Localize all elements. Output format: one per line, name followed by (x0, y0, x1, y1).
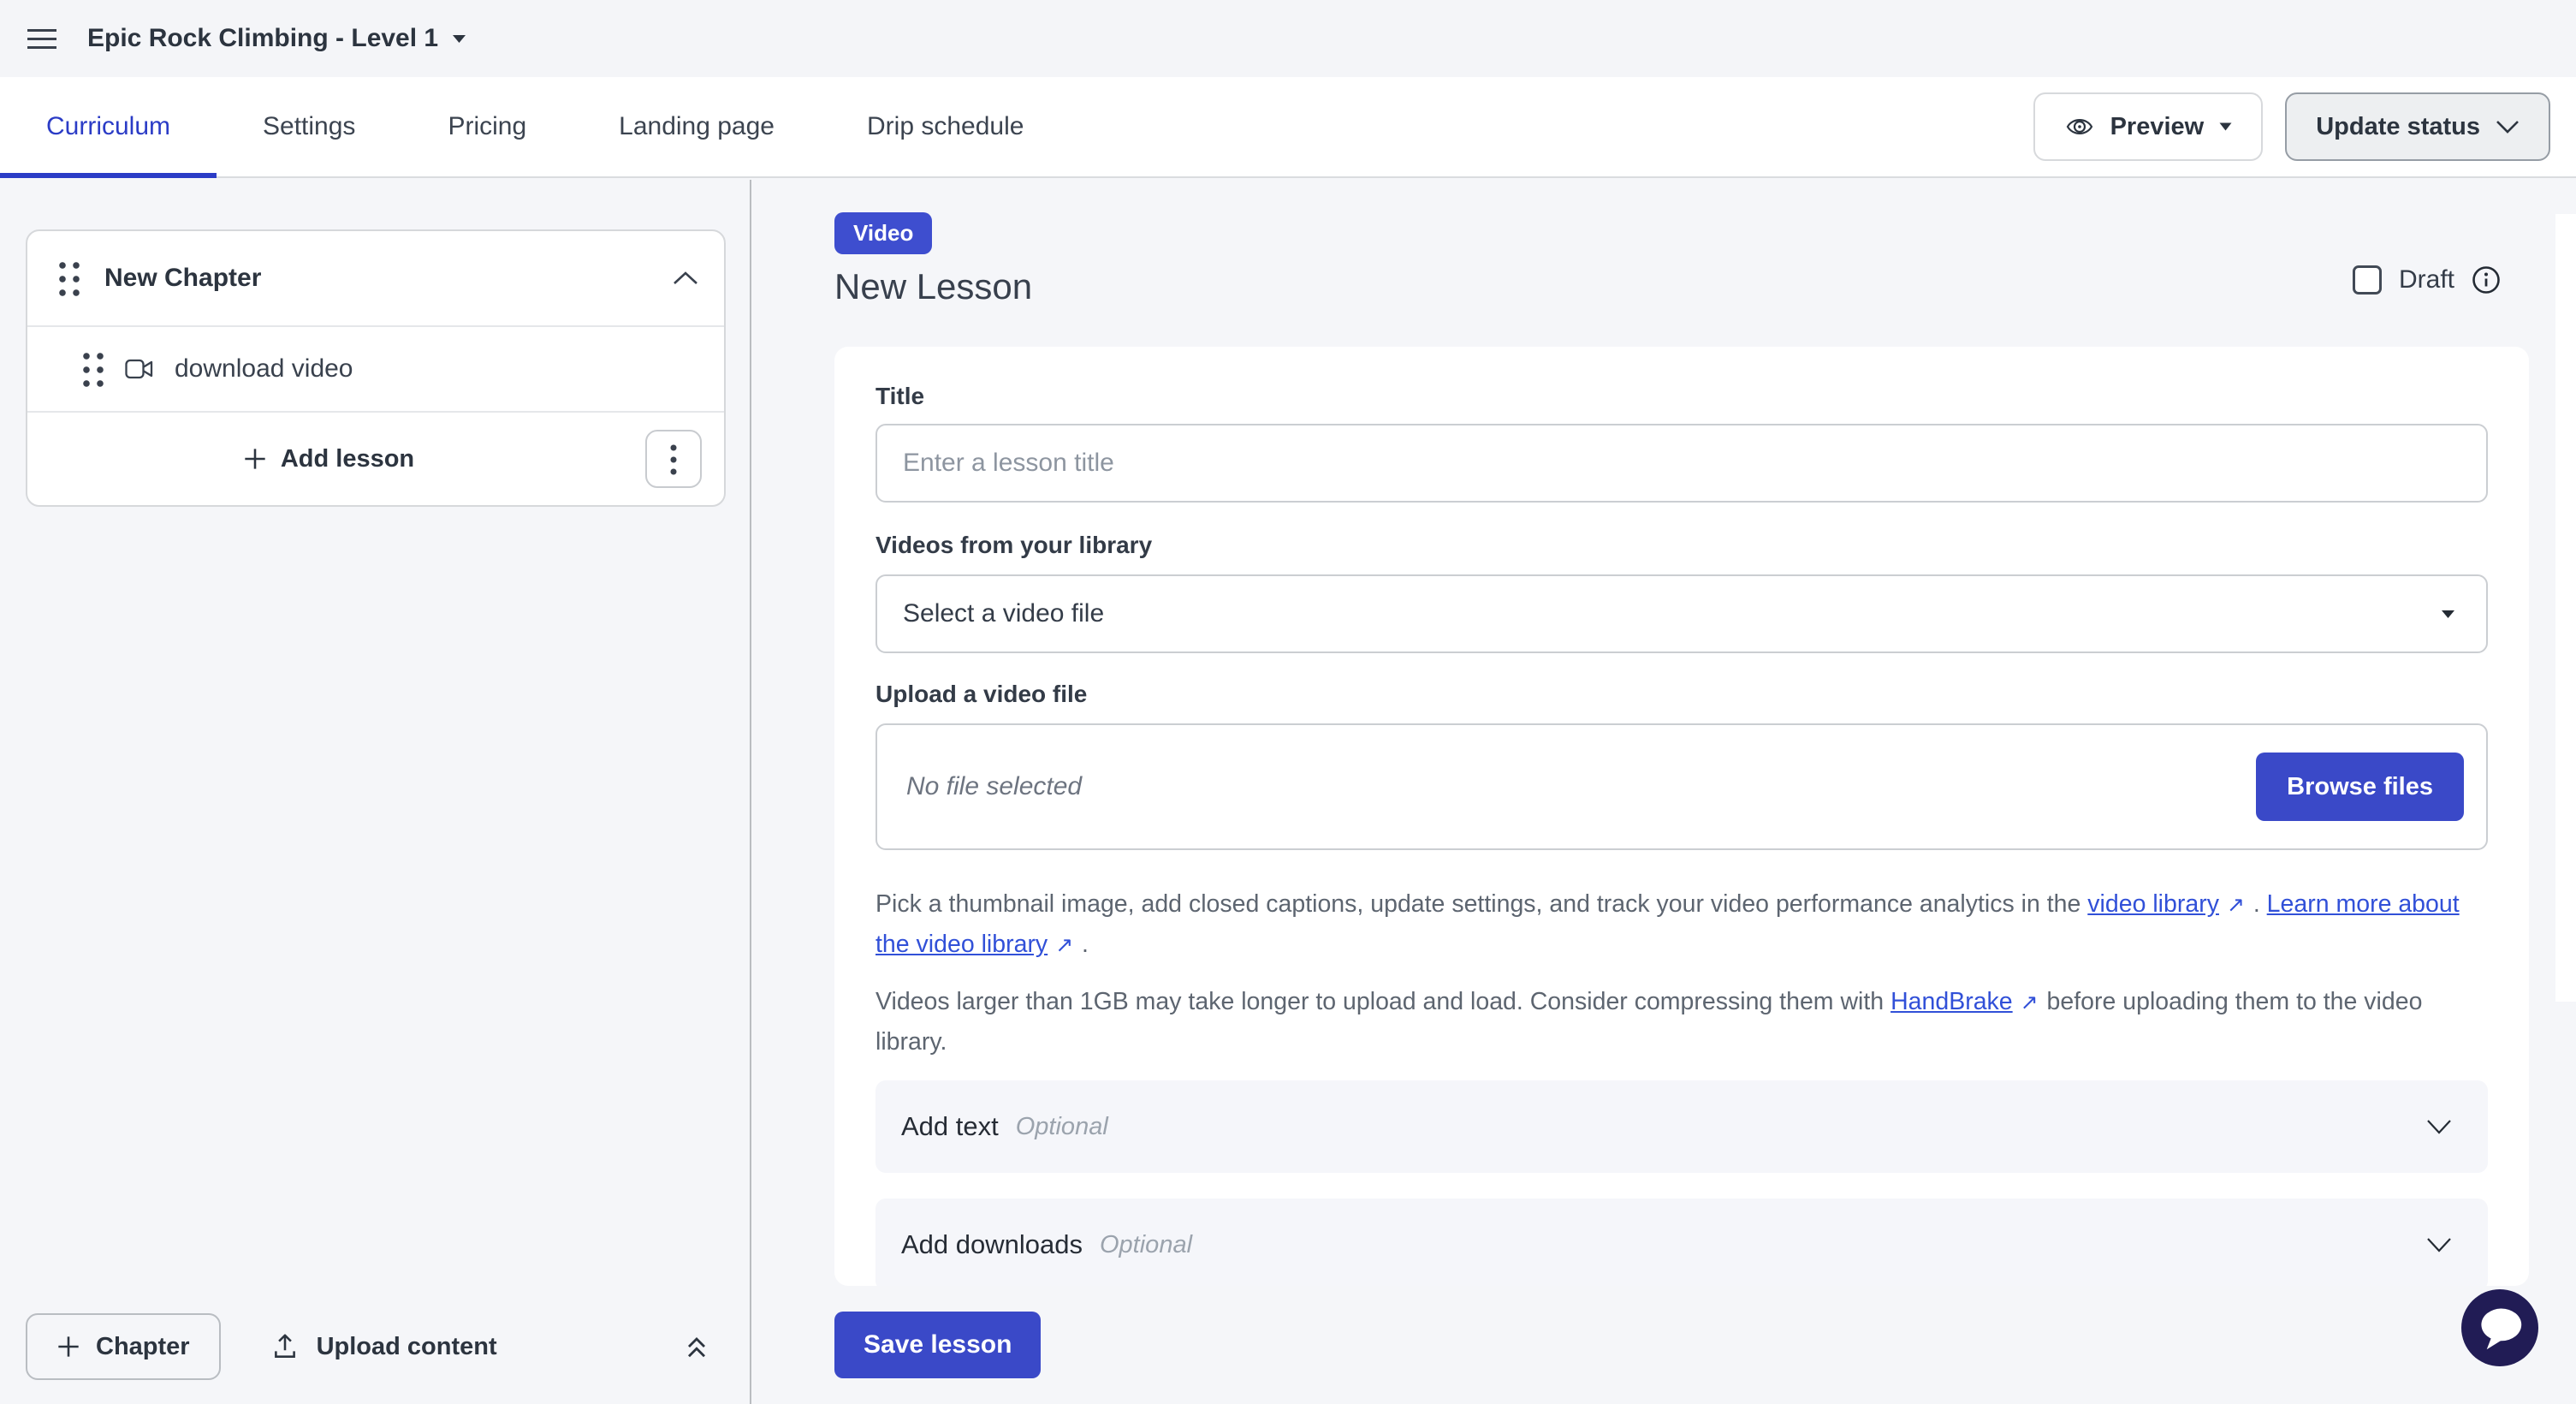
optional-hint: Optional (1100, 1231, 1192, 1259)
save-lesson-button[interactable]: Save lesson (834, 1312, 1041, 1378)
external-link-icon: ↗ (2021, 983, 2039, 1022)
add-downloads-label: Add downloads (901, 1229, 1083, 1260)
chevron-down-icon (2426, 1237, 2452, 1252)
tab-landing-page[interactable]: Landing page (573, 77, 821, 176)
caret-down-icon (452, 34, 466, 44)
title-field-label: Title (875, 383, 2488, 410)
top-bar: Epic Rock Climbing - Level 1 (0, 0, 2576, 77)
external-link-icon: ↗ (2227, 885, 2245, 925)
chapter-card: New Chapter download video Add lesson (26, 229, 726, 507)
preview-button[interactable]: Preview (2033, 92, 2264, 161)
external-link-icon: ↗ (1055, 925, 1073, 965)
draft-toggle: Draft (2353, 265, 2501, 294)
plus-icon (243, 447, 267, 471)
lesson-editor: Video New Lesson Draft Title Videos from… (753, 178, 2576, 1404)
chapter-title: New Chapter (104, 264, 673, 293)
video-library-select[interactable]: Select a video file (875, 574, 2488, 653)
video-library-select-value: Select a video file (903, 599, 1104, 628)
chevron-up-icon[interactable] (673, 271, 698, 285)
drag-handle-icon[interactable] (56, 259, 82, 298)
file-upload-dropzone[interactable]: No file selected Browse files (875, 723, 2488, 850)
collapse-all-icon[interactable] (681, 1331, 712, 1362)
add-chapter-label: Chapter (96, 1333, 190, 1361)
lesson-title-input[interactable] (875, 424, 2488, 503)
course-title-dropdown[interactable]: Epic Rock Climbing - Level 1 (87, 24, 466, 53)
draft-label: Draft (2399, 265, 2454, 294)
info-icon[interactable] (2472, 265, 2501, 294)
tab-curriculum[interactable]: Curriculum (0, 77, 217, 176)
tab-bar-actions: Preview Update status (2033, 77, 2576, 176)
video-library-help-text: Pick a thumbnail image, add closed capti… (875, 884, 2488, 965)
chevron-down-icon (2426, 1119, 2452, 1134)
tab-settings[interactable]: Settings (217, 77, 401, 176)
upload-icon (270, 1332, 300, 1361)
tab-label: Curriculum (46, 112, 170, 141)
update-status-button[interactable]: Update status (2285, 92, 2550, 161)
sidebar-footer: Chapter Upload content (26, 1313, 712, 1380)
caret-down-icon (2441, 610, 2455, 619)
upload-field-label: Upload a video file (875, 681, 2488, 708)
browse-files-button[interactable]: Browse files (2256, 753, 2464, 821)
scrollbar-thumb[interactable] (2555, 214, 2576, 1002)
add-downloads-accordion[interactable]: Add downloads Optional (875, 1199, 2488, 1286)
hamburger-menu-icon[interactable] (27, 29, 56, 49)
tab-pricing[interactable]: Pricing (401, 77, 573, 176)
add-lesson-button[interactable]: Add lesson (243, 445, 414, 473)
lesson-header: Video New Lesson (834, 212, 1032, 307)
video-camera-icon (125, 358, 156, 380)
draft-checkbox[interactable] (2353, 265, 2382, 294)
update-status-label: Update status (2316, 113, 2480, 141)
chapter-header[interactable]: New Chapter (27, 231, 724, 325)
lesson-title: download video (175, 354, 353, 384)
add-text-accordion[interactable]: Add text Optional (875, 1080, 2488, 1173)
add-chapter-button[interactable]: Chapter (26, 1313, 221, 1380)
lesson-form-card: Title Videos from your library Select a … (834, 347, 2529, 1286)
chapter-footer: Add lesson (27, 411, 724, 505)
lesson-row[interactable]: download video (27, 325, 724, 411)
help-text: . (1075, 931, 1089, 958)
chapter-options-button[interactable] (645, 430, 702, 488)
optional-hint: Optional (1016, 1113, 1108, 1141)
help-text: Videos larger than 1GB may take longer t… (875, 988, 1890, 1015)
add-text-label: Add text (901, 1111, 999, 1142)
curriculum-sidebar: New Chapter download video Add lesson Ch… (0, 180, 751, 1404)
tab-label: Pricing (448, 112, 526, 141)
eye-icon (2064, 113, 2095, 140)
tab-drip-schedule[interactable]: Drip schedule (821, 77, 1070, 176)
help-text: Pick a thumbnail image, add closed capti… (875, 890, 2087, 918)
video-library-link[interactable]: video library↗ (2087, 890, 2247, 918)
upload-content-label: Upload content (317, 1333, 497, 1361)
compression-help-text: Videos larger than 1GB may take longer t… (875, 982, 2488, 1062)
tab-label: Drip schedule (867, 112, 1024, 141)
drag-handle-icon[interactable] (80, 349, 106, 389)
kebab-menu-icon (670, 442, 677, 476)
help-text: . (2247, 890, 2267, 918)
lesson-type-badge: Video (834, 212, 932, 254)
handbrake-link[interactable]: HandBrake↗ (1890, 988, 2040, 1015)
no-file-text: No file selected (906, 772, 1082, 801)
tab-label: Landing page (619, 112, 775, 141)
add-lesson-label: Add lesson (281, 445, 414, 473)
tab-label: Settings (263, 112, 355, 141)
plus-icon (56, 1335, 80, 1359)
course-title: Epic Rock Climbing - Level 1 (87, 24, 438, 53)
preview-button-label: Preview (2110, 113, 2205, 141)
tab-bar: Curriculum Settings Pricing Landing page… (0, 77, 2576, 178)
caret-down-icon (2219, 122, 2232, 131)
chevron-down-icon (2496, 120, 2520, 134)
page-title: New Lesson (834, 266, 1032, 307)
chat-widget-button[interactable] (2461, 1289, 2538, 1366)
upload-content-button[interactable]: Upload content (270, 1332, 497, 1361)
library-field-label: Videos from your library (875, 532, 2488, 559)
